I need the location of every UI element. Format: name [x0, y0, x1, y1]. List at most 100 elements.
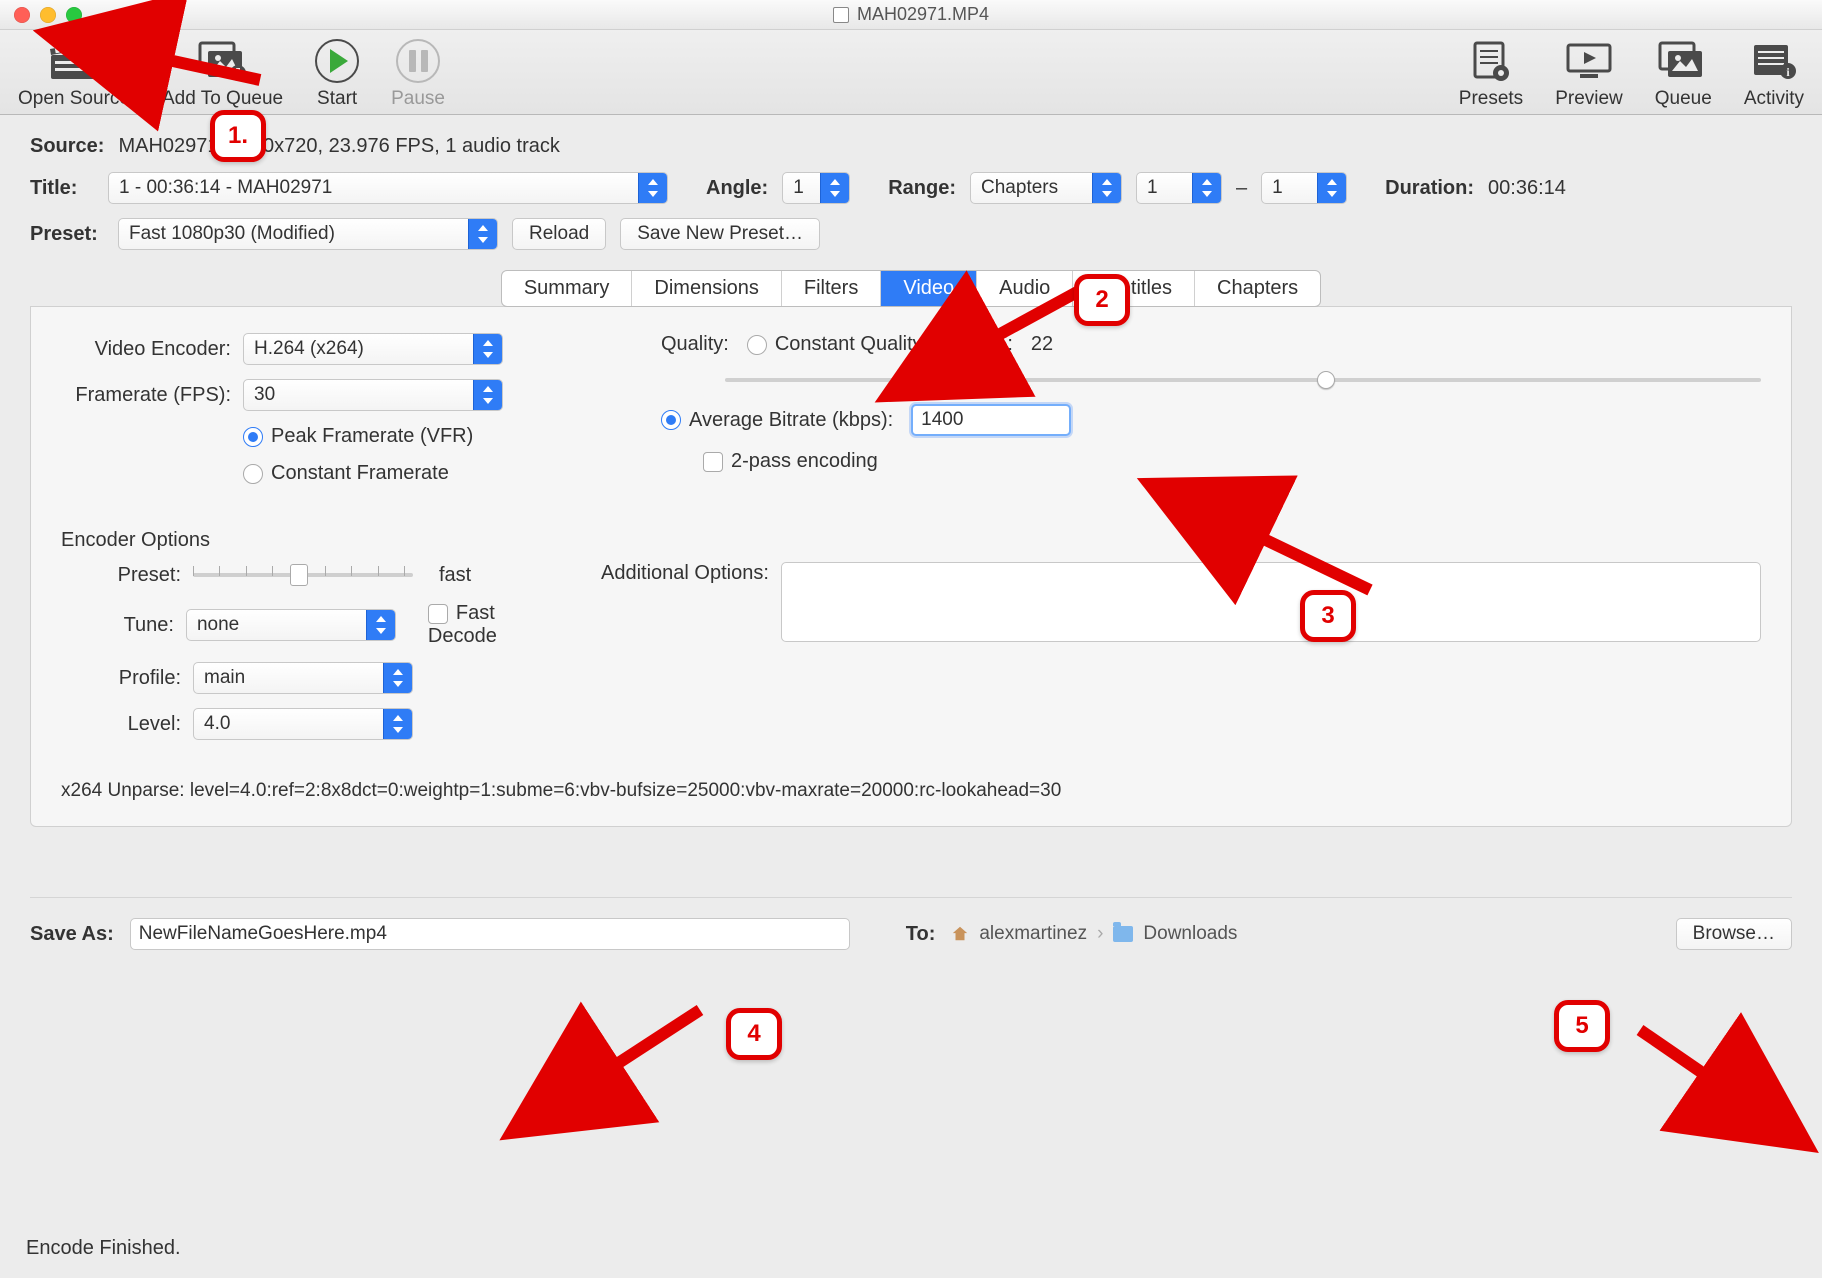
tab-chapters-label: Chapters [1217, 277, 1298, 299]
activity-icon: i [1752, 41, 1796, 81]
reload-label: Reload [529, 223, 589, 245]
range-from-value: 1 [1147, 177, 1158, 199]
title-select[interactable]: 1 - 00:36:14 - MAH02971 [108, 172, 668, 204]
folder-icon [1113, 926, 1133, 942]
tab-dimensions[interactable]: Dimensions [632, 271, 781, 306]
reload-button[interactable]: Reload [512, 218, 606, 250]
tab-filters[interactable]: Filters [782, 271, 881, 306]
preset-value: Fast 1080p30 (Modified) [129, 223, 335, 245]
queue-button[interactable]: Queue [1655, 38, 1712, 110]
fps-label: Framerate (FPS): [61, 384, 231, 407]
open-source-button[interactable]: Open Source [18, 38, 130, 110]
enc-preset-slider[interactable] [193, 562, 413, 588]
browse-button[interactable]: Browse… [1676, 918, 1792, 950]
tab-subtitles-label: Subtitles [1095, 277, 1172, 299]
avg-bitrate-radio[interactable]: Average Bitrate (kbps): [661, 409, 893, 432]
save-as-value: NewFileNameGoesHere.mp4 [139, 923, 387, 945]
tab-dimensions-label: Dimensions [654, 277, 758, 299]
profile-label: Profile: [61, 667, 181, 690]
queue-label: Queue [1655, 88, 1712, 109]
tab-chapters[interactable]: Chapters [1195, 271, 1320, 306]
activity-button[interactable]: i Activity [1744, 38, 1804, 110]
additional-options-input[interactable] [781, 562, 1761, 642]
save-new-preset-button[interactable]: Save New Preset… [620, 218, 820, 250]
add-to-queue-button[interactable]: Add To Queue [162, 38, 283, 110]
range-mode-select[interactable]: Chapters [970, 172, 1122, 204]
two-pass-label: 2-pass encoding [731, 450, 878, 472]
range-to-select[interactable]: 1 [1261, 172, 1347, 204]
tab-video-label: Video [903, 277, 954, 299]
avg-bitrate-label: Average Bitrate (kbps): [689, 409, 893, 431]
tab-summary-label: Summary [524, 277, 610, 299]
title-select-value: 1 - 00:36:14 - MAH02971 [119, 177, 332, 199]
add-to-queue-icon [198, 41, 248, 81]
range-mode-value: Chapters [981, 177, 1058, 199]
avg-bitrate-input[interactable]: 1400 [911, 404, 1071, 436]
profile-select[interactable]: main [193, 662, 413, 694]
to-label: To: [906, 923, 936, 946]
presets-label: Presets [1459, 88, 1523, 109]
queue-icon [1658, 41, 1708, 81]
toolbar: Open Source Add To Queue Start Pause [0, 30, 1822, 115]
level-select[interactable]: 4.0 [193, 708, 413, 740]
source-value: MAH02971, 1280x720, 23.976 FPS, 1 audio … [118, 135, 559, 158]
save-as-input[interactable]: NewFileNameGoesHere.mp4 [130, 918, 850, 950]
encoder-label: Video Encoder: [61, 338, 231, 361]
save-as-row: Save As: NewFileNameGoesHere.mp4 To: ale… [30, 897, 1792, 970]
fps-value: 30 [254, 384, 275, 406]
two-pass-checkbox[interactable]: 2-pass encoding [703, 450, 878, 473]
annotation-badge-4: 4 [726, 1008, 782, 1060]
profile-value: main [204, 667, 245, 689]
start-button[interactable]: Start [315, 38, 359, 110]
window-title-text: MAH02971.MP4 [857, 4, 989, 25]
range-to-value: 1 [1272, 177, 1283, 199]
save-as-label: Save As: [30, 923, 114, 946]
tune-select[interactable]: none [186, 609, 396, 641]
range-dash: – [1236, 177, 1247, 200]
encoder-select[interactable]: H.264 (x264) [243, 333, 503, 365]
tune-value: none [197, 614, 239, 636]
window-title: MAH02971.MP4 [0, 4, 1822, 25]
additional-label: Additional Options: [601, 562, 769, 585]
tabs: Summary Dimensions Filters Video Audio S… [501, 270, 1321, 307]
enc-preset-value: fast [439, 564, 471, 587]
home-icon [951, 925, 969, 943]
peak-vfr-label: Peak Framerate (VFR) [271, 425, 473, 447]
level-value: 4.0 [204, 713, 230, 735]
presets-button[interactable]: Presets [1459, 38, 1523, 110]
range-label: Range: [888, 177, 956, 200]
angle-value: 1 [793, 177, 804, 199]
enc-preset-label: Preset: [61, 564, 181, 587]
tab-summary[interactable]: Summary [502, 271, 633, 306]
clapperboard-icon [49, 41, 99, 81]
activity-label: Activity [1744, 88, 1804, 109]
video-panel: Video Encoder: H.264 (x264) Framerate (F… [30, 306, 1792, 827]
tab-audio[interactable]: Audio [977, 271, 1073, 306]
fps-select[interactable]: 30 [243, 379, 503, 411]
preset-label: Preset: [30, 223, 104, 246]
destination-path[interactable]: alexmartinez › Downloads [951, 923, 1237, 945]
rf-value: 22 [1031, 333, 1053, 356]
file-icon [833, 7, 849, 23]
tab-audio-label: Audio [999, 277, 1050, 299]
rf-label: RF: [981, 333, 1013, 356]
avg-bitrate-value: 1400 [921, 409, 963, 431]
constant-fr-label: Constant Framerate [271, 462, 449, 484]
preview-button[interactable]: Preview [1555, 38, 1623, 110]
play-icon [315, 39, 359, 83]
constant-fr-radio[interactable]: Constant Framerate [243, 462, 449, 485]
angle-select[interactable]: 1 [782, 172, 850, 204]
tab-subtitles[interactable]: Subtitles [1073, 271, 1195, 306]
save-new-preset-label: Save New Preset… [637, 223, 803, 245]
range-from-select[interactable]: 1 [1136, 172, 1222, 204]
fast-decode-checkbox[interactable]: Fast Decode [428, 602, 561, 648]
duration-value: 00:36:14 [1488, 177, 1566, 200]
peak-vfr-radio[interactable]: Peak Framerate (VFR) [243, 425, 473, 448]
rf-slider[interactable] [725, 370, 1761, 390]
tab-video[interactable]: Video [881, 271, 977, 306]
open-source-label: Open Source [18, 88, 130, 109]
path-folder: Downloads [1143, 923, 1237, 945]
constant-quality-radio[interactable]: Constant Quality [747, 333, 923, 356]
preset-select[interactable]: Fast 1080p30 (Modified) [118, 218, 498, 250]
source-label: Source: [30, 135, 104, 158]
